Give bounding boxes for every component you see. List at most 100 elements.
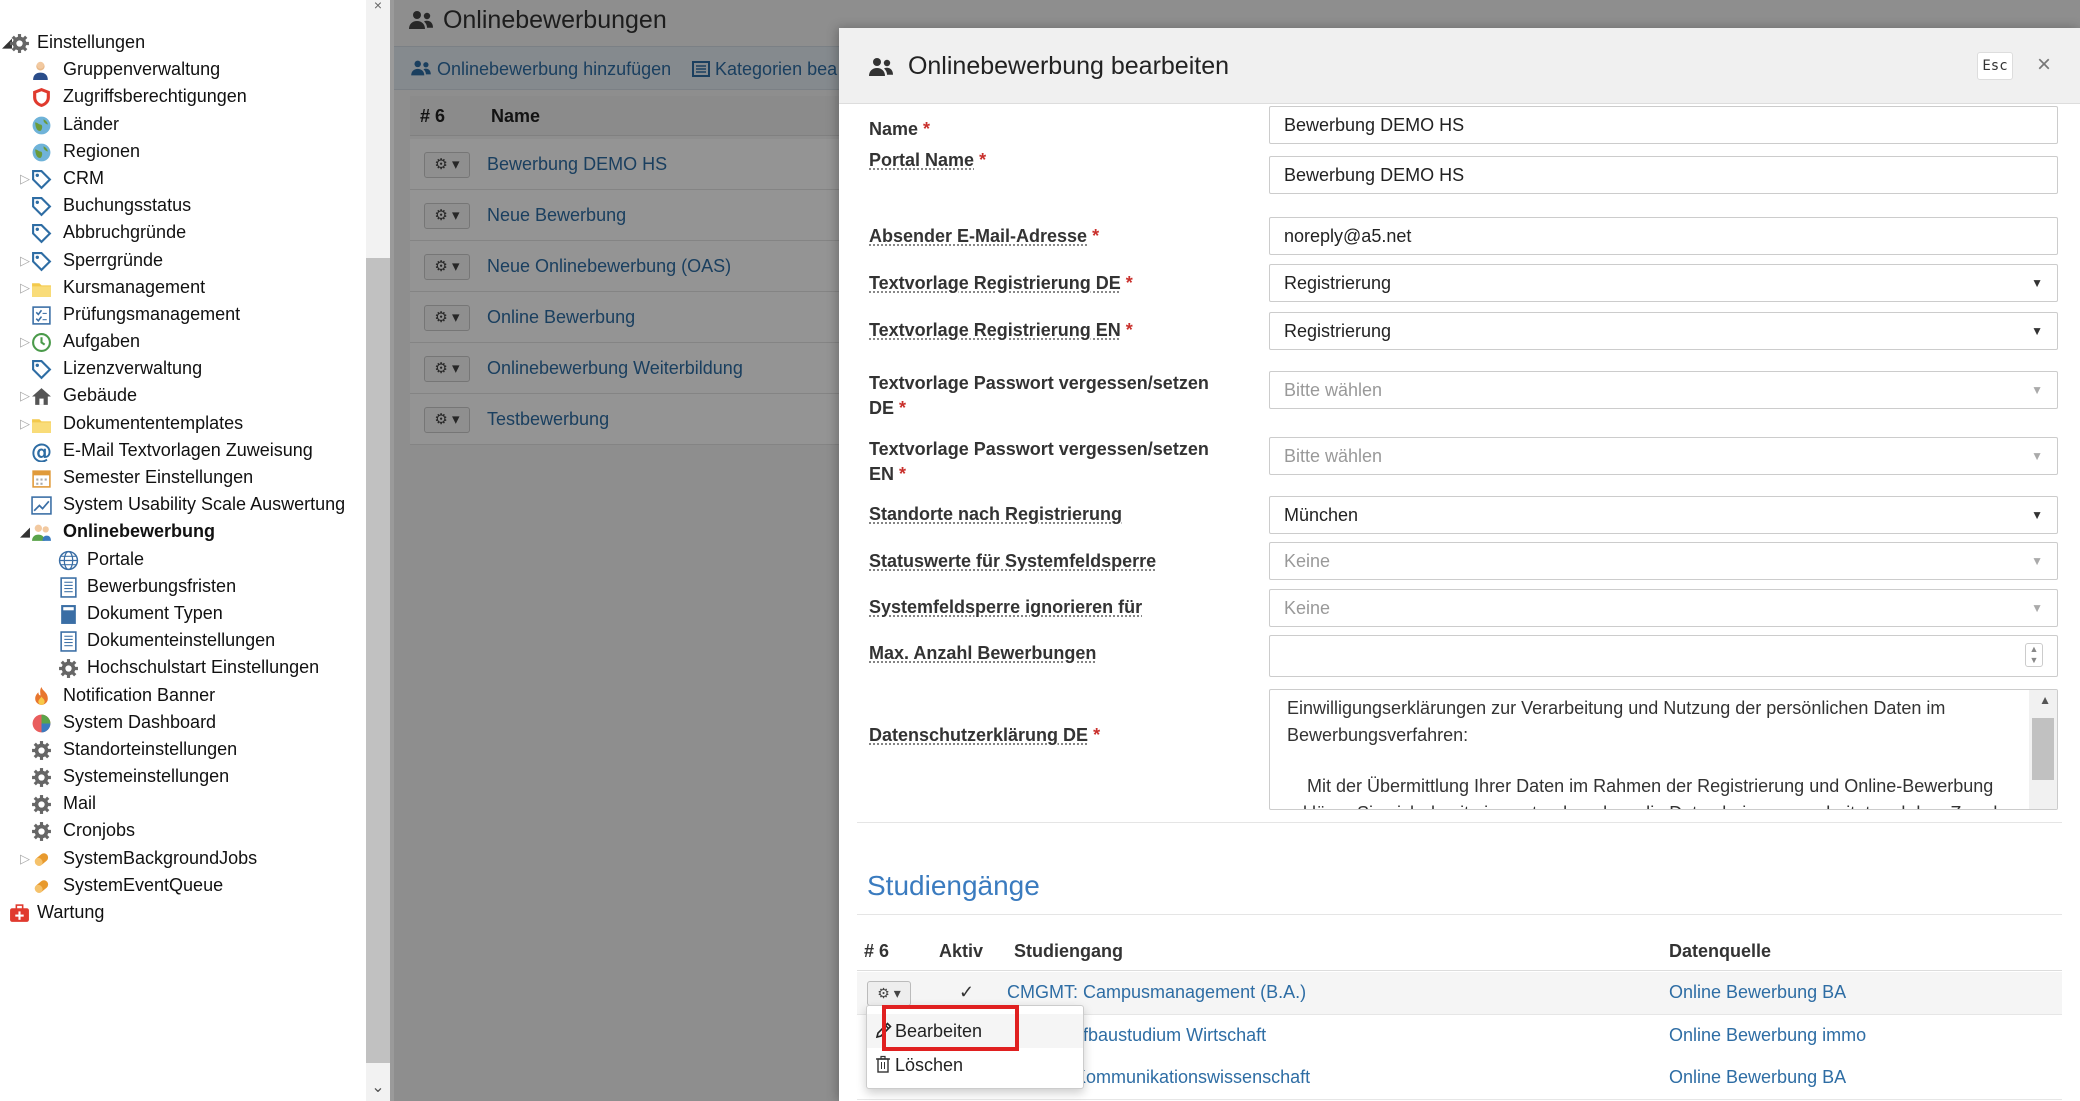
tree-expand-icon[interactable]: ▷ xyxy=(18,382,32,409)
tpl-reg-de-select[interactable]: Registrierung ▼ xyxy=(1269,264,2058,302)
pill-icon xyxy=(31,849,52,870)
tpl-reg-en-select[interactable]: Registrierung ▼ xyxy=(1269,312,2058,350)
sidebar-item-label: SystemEventQueue xyxy=(63,874,224,895)
sidebar-item[interactable]: System Usability Scale Auswertung xyxy=(0,491,360,518)
caret-down-icon: ▼ xyxy=(2031,449,2043,463)
sidebar-item[interactable]: System Dashboard xyxy=(0,709,360,736)
datasource-link[interactable]: Online Bewerbung BA xyxy=(1669,1057,1846,1097)
sidebar-item-label: Regionen xyxy=(63,140,141,161)
field-label-locations: Standorte nach Registrierung xyxy=(869,504,1123,524)
tree-expand-icon[interactable]: ▷ xyxy=(18,274,32,301)
sidebar-item[interactable]: ▷ Kursmanagement xyxy=(0,274,360,301)
tree-expand-icon[interactable]: ▷ xyxy=(18,247,32,274)
sender-email-input[interactable]: noreply@a5.net xyxy=(1269,217,2058,255)
at-icon: @ xyxy=(31,440,52,464)
sidebar-item[interactable]: Wartung xyxy=(0,899,360,926)
sidebar-item[interactable]: Bewerbungsfristen xyxy=(0,573,360,600)
sidebar-item[interactable]: Abbruchgründe xyxy=(0,219,360,246)
sidebar-item-label: Lizenzverwaltung xyxy=(63,358,203,379)
sidebar-item[interactable]: SystemEventQueue xyxy=(0,872,360,899)
ignore-lock-select[interactable]: Keine ▼ xyxy=(1269,589,2058,627)
sidebar-item-label: System Usability Scale Auswertung xyxy=(63,494,346,515)
col-program-header[interactable]: Studiengang xyxy=(1014,931,1123,971)
sidebar-item-label: System Dashboard xyxy=(63,711,217,732)
spinner-icon[interactable]: ▲ ▼ xyxy=(2025,643,2043,667)
field-label-max-applications: Max. Anzahl Bewerbungen xyxy=(869,643,1097,663)
col-count-header: # 6 xyxy=(864,941,890,961)
sidebar-item[interactable]: Notification Banner xyxy=(0,682,360,709)
sidebar-item[interactable]: Zugriffsberechtigungen xyxy=(0,83,360,110)
dialog-title-text: Onlinebewerbung bearbeiten xyxy=(907,52,1230,80)
sidebar-item[interactable]: ◢ Einstellungen xyxy=(0,29,360,56)
scroll-up-icon[interactable]: × xyxy=(366,0,390,12)
tree-expand-icon[interactable]: ▷ xyxy=(18,845,32,872)
document-icon xyxy=(58,577,79,598)
field-label-portal-name: Portal Name * xyxy=(869,150,987,170)
sidebar-item[interactable]: ▷ CRM xyxy=(0,165,360,192)
sidebar-item[interactable]: ▷ Aufgaben xyxy=(0,328,360,355)
col-source-header[interactable]: Datenquelle xyxy=(1669,931,1771,971)
tree-expand-icon[interactable]: ▷ xyxy=(18,410,32,437)
menu-item-delete[interactable]: Löschen xyxy=(867,1048,1083,1082)
sidebar-item-label: Abbruchgründe xyxy=(63,222,187,243)
sidebar-item-label: Aufgaben xyxy=(63,331,141,352)
sidebar-item[interactable]: ▷ SystemBackgroundJobs xyxy=(0,845,360,872)
sidebar-item[interactable]: Mail xyxy=(0,790,360,817)
row-actions-button[interactable]: ⚙ ▾ xyxy=(867,981,911,1006)
sidebar-item[interactable]: Dokument Typen xyxy=(0,600,360,627)
datasource-link[interactable]: Online Bewerbung immo xyxy=(1669,1015,1866,1055)
max-applications-input[interactable]: ▲ ▼ xyxy=(1269,635,2058,677)
sidebar-item[interactable]: Standorteinstellungen xyxy=(0,736,360,763)
field-label-sender-email: Absender E-Mail-Adresse * xyxy=(869,226,1100,246)
tree-expand-icon[interactable]: ▷ xyxy=(18,328,32,355)
datasource-link[interactable]: Online Bewerbung BA xyxy=(1669,972,1846,1012)
sidebar-item-label: Portale xyxy=(87,548,145,569)
field-label-name: Name * xyxy=(869,119,931,139)
sidebar-item[interactable]: ▷ Sperrgründe xyxy=(0,247,360,274)
fire-icon xyxy=(31,686,52,707)
close-button[interactable]: × xyxy=(2030,50,2058,80)
sidebar-item[interactable]: Gruppenverwaltung xyxy=(0,56,360,83)
sidebar-item[interactable]: Regionen xyxy=(0,138,360,165)
field-label-status-lock: Statuswerte für Systemfeldsperre xyxy=(869,551,1157,571)
sidebar-scroll-thumb[interactable] xyxy=(366,258,390,1063)
sidebar-item[interactable]: Hochschulstart Einstellungen xyxy=(0,654,360,681)
locations-select[interactable]: München ▼ xyxy=(1269,496,2058,534)
house-icon xyxy=(31,386,52,407)
sidebar-item[interactable]: Dokumenteinstellungen xyxy=(0,627,360,654)
col-active-header[interactable]: Aktiv xyxy=(939,931,983,971)
sidebar-item[interactable]: ▷ Gebäude xyxy=(0,382,360,409)
dialog-header: Onlinebewerbung bearbeiten Esc × xyxy=(839,28,2080,104)
portal-name-input[interactable]: Bewerbung DEMO HS xyxy=(1269,156,2058,194)
tag-icon xyxy=(31,196,52,217)
tpl-pw-en-select[interactable]: Bitte wählen ▼ xyxy=(1269,437,2058,475)
caret-down-icon: ▼ xyxy=(2031,383,2043,397)
status-lock-select[interactable]: Keine ▼ xyxy=(1269,542,2058,580)
sidebar-item[interactable]: Cronjobs xyxy=(0,817,360,844)
sidebar-item[interactable]: @ E-Mail Textvorlagen Zuweisung xyxy=(0,437,360,464)
tpl-pw-de-select[interactable]: Bitte wählen ▼ xyxy=(1269,371,2058,409)
field-label-tpl-reg-en: Textvorlage Registrierung EN * xyxy=(869,320,1133,340)
sidebar-item[interactable]: ◢ Onlinebewerbung xyxy=(0,518,360,545)
sidebar-item-label: Einstellungen xyxy=(37,32,146,52)
name-input[interactable]: Bewerbung DEMO HS xyxy=(1269,106,2058,144)
sidebar-item-label: Systemeinstellungen xyxy=(63,766,230,787)
sidebar-item[interactable]: Buchungsstatus xyxy=(0,192,360,219)
textarea-scroll-thumb[interactable] xyxy=(2032,718,2054,780)
sidebar-item[interactable]: Lizenzverwaltung xyxy=(0,355,360,382)
privacy-de-textarea[interactable]: Einwilligungserklärungen zur Verarbeitun… xyxy=(1269,689,2058,810)
tree-collapse-icon[interactable]: ◢ xyxy=(18,518,32,545)
tree-expand-icon[interactable]: ▷ xyxy=(18,165,32,192)
field-label-tpl-pw-en: Textvorlage Passwort vergessen/setzen EN … xyxy=(869,439,1209,484)
sidebar-item[interactable]: Semester Einstellungen xyxy=(0,464,360,491)
sidebar-item[interactable]: Portale xyxy=(0,546,360,573)
sidebar-item[interactable]: Prüfungsmanagement xyxy=(0,301,360,328)
scroll-up-icon[interactable]: ▲ xyxy=(2039,693,2051,707)
sidebar-item[interactable]: ▷ Dokumententemplates xyxy=(0,410,360,437)
clock-icon xyxy=(31,332,52,353)
sidebar-item[interactable]: Länder xyxy=(0,111,360,138)
sidebar-item-label: Kursmanagement xyxy=(63,276,206,297)
scroll-down-icon[interactable]: ⌄ xyxy=(366,1075,390,1101)
settings-tree: ◢ Einstellungen Gruppenverwaltung Zugriffsb… xyxy=(0,29,360,926)
sidebar-item[interactable]: Systemeinstellungen xyxy=(0,763,360,790)
